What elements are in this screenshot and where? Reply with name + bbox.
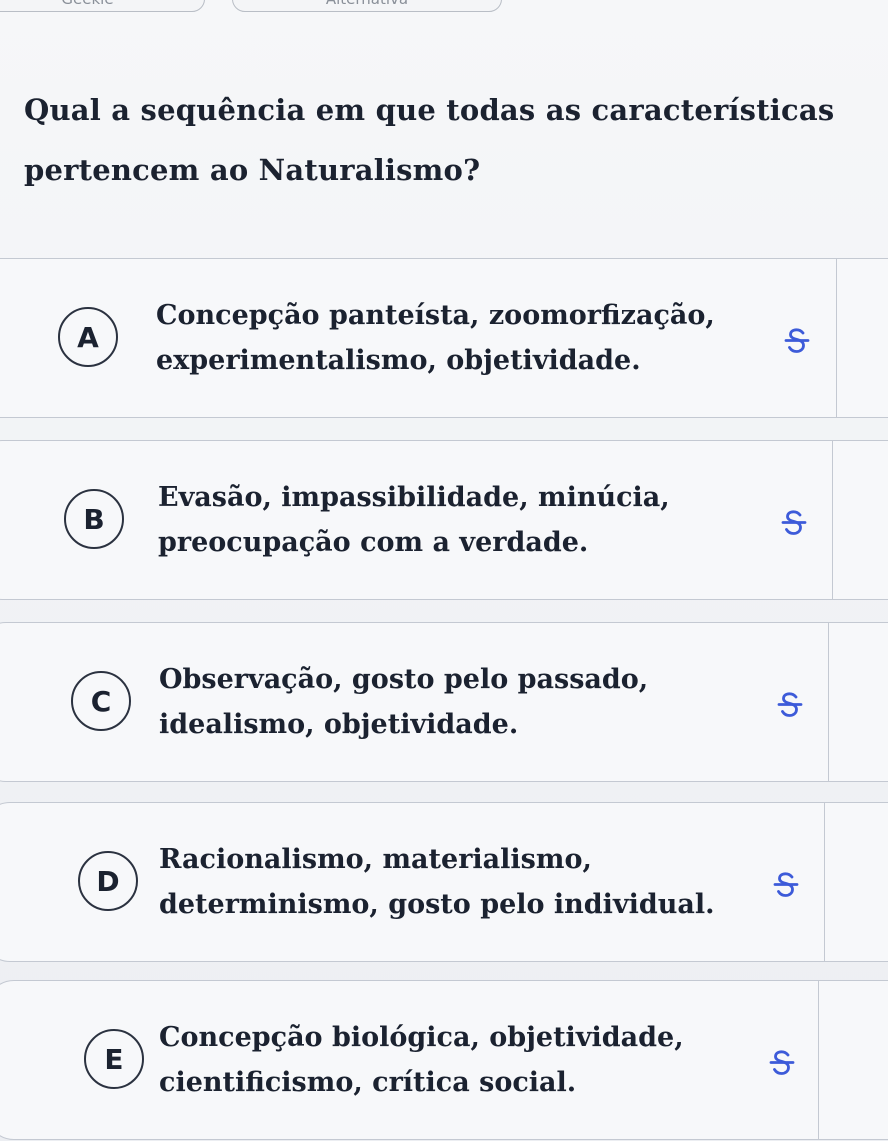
option-text-line1: Concepção biológica, objetividade, xyxy=(159,1022,684,1053)
option-letter-badge: D xyxy=(78,851,138,911)
option-letter-badge: E xyxy=(84,1029,144,1089)
option-letter-badge: B xyxy=(64,489,124,549)
strikethrough-s-icon[interactable] xyxy=(774,503,814,543)
page: Geekie Alternativa Qual a sequência em q… xyxy=(0,0,888,1141)
option-text-line2: idealismo, objetividade. xyxy=(159,709,519,740)
option-text-line2: experimentalismo, objetividade. xyxy=(156,345,641,376)
option-divider xyxy=(824,803,825,961)
option-text-line2: cientificismo, crítica social. xyxy=(159,1067,577,1098)
question-text: Qual a sequência em que todas as caracte… xyxy=(24,93,835,187)
option-text: Racionalismo, materialismo, determinismo… xyxy=(159,837,809,927)
tab-geekie[interactable]: Geekie xyxy=(0,0,205,12)
strikethrough-s-icon[interactable] xyxy=(770,685,810,725)
option-text-line1: Evasão, impassibilidade, minúcia, xyxy=(158,482,670,513)
strikethrough-s-icon[interactable] xyxy=(762,1043,802,1083)
option-e[interactable]: E Concepção biológica, objetividade, cie… xyxy=(0,980,888,1140)
strikethrough-s-icon[interactable] xyxy=(766,865,806,905)
option-text: Concepção panteísta, zoomorfização, expe… xyxy=(156,293,806,383)
strikethrough-s-icon[interactable] xyxy=(777,321,817,361)
option-letter-badge: A xyxy=(58,307,118,367)
option-text-line2: determinismo, gosto pelo individual. xyxy=(159,889,715,920)
option-text: Evasão, impassibilidade, minúcia, preocu… xyxy=(158,475,808,565)
option-b[interactable]: B Evasão, impassibilidade, minúcia, preo… xyxy=(0,440,888,600)
tab-geekie-label: Geekie xyxy=(61,0,113,8)
top-tab-bar: Geekie Alternativa xyxy=(0,0,888,16)
option-divider xyxy=(818,981,819,1139)
option-c[interactable]: C Observação, gosto pelo passado, ideali… xyxy=(0,622,888,782)
option-divider xyxy=(836,259,837,417)
option-text: Observação, gosto pelo passado, idealism… xyxy=(159,657,809,747)
option-d[interactable]: D Racionalismo, materialismo, determinis… xyxy=(0,802,888,962)
option-text-line1: Observação, gosto pelo passado, xyxy=(159,664,649,695)
tab-alternativa-label: Alternativa xyxy=(326,0,408,8)
option-text-line1: Racionalismo, materialismo, xyxy=(159,844,592,875)
option-a[interactable]: A Concepção panteísta, zoomorfização, ex… xyxy=(0,258,888,418)
option-divider xyxy=(832,441,833,599)
option-text: Concepção biológica, objetividade, cient… xyxy=(159,1015,809,1105)
option-text-line1: Concepção panteísta, zoomorfização, xyxy=(156,300,715,331)
option-text-line2: preocupação com a verdade. xyxy=(158,527,589,558)
option-divider xyxy=(828,623,829,781)
option-letter-badge: C xyxy=(71,671,131,731)
tab-alternativa[interactable]: Alternativa xyxy=(232,0,502,12)
